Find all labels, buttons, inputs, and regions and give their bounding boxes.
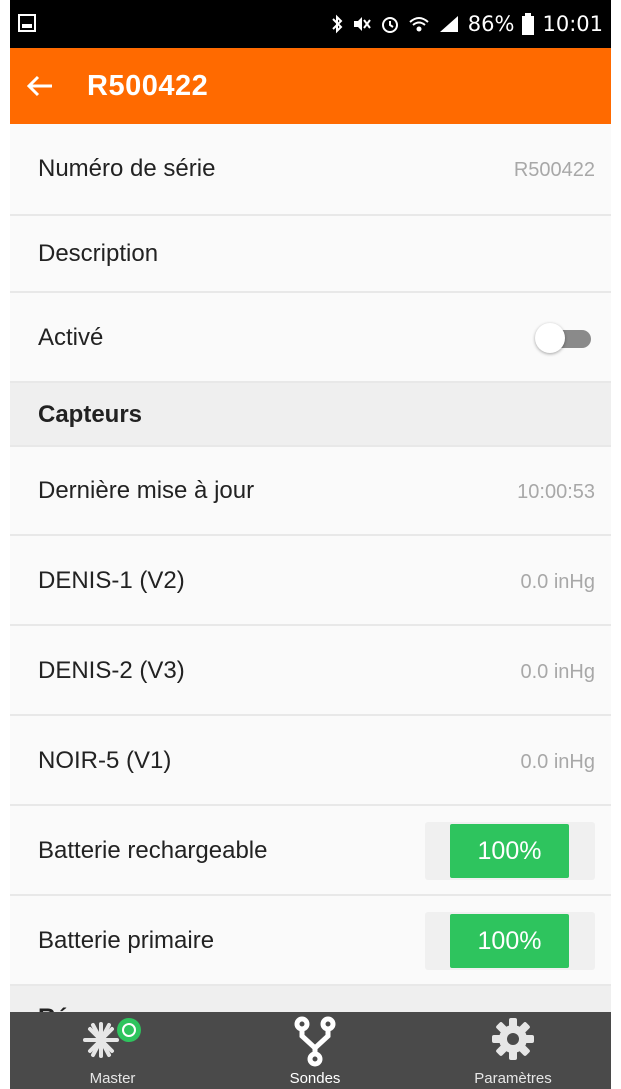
image-icon [18,14,36,32]
bottom-navigation: Master Sondes Paramètres [10,1012,611,1089]
sensor-label: DENIS-1 (V2) [38,567,185,594]
bluetooth-icon [330,14,344,34]
app-frame: 86% 10:01 R500422 Numéro de série R50042… [10,0,611,1089]
nav-master[interactable]: Master [10,1012,215,1089]
description-label: Description [38,240,159,267]
app-bar: R500422 [10,48,611,124]
detail-list: Numéro de série R500422 Description Acti… [10,124,611,1046]
last-update-row: Dernière mise à jour 10:00:53 [10,447,611,536]
status-bar: 86% 10:01 [10,0,611,48]
active-row: Activé [10,293,611,383]
sensor-value: 0.0 inHg [520,661,596,683]
battery-level-bar: 100% [450,914,569,968]
toggle-thumb [535,323,565,353]
sensors-section-header: Capteurs [10,383,611,447]
probes-fork-icon [294,1016,336,1067]
serial-row: Numéro de série R500422 [10,124,611,216]
battery-icon [522,13,535,35]
battery-rechargeable-row: Batterie rechargeable 100% [10,806,611,896]
description-row[interactable]: Description [10,216,611,293]
battery-label: Batterie primaire [38,927,215,954]
sensor-label: DENIS-2 (V3) [38,657,185,684]
sensor-row[interactable]: DENIS-1 (V2) 0.0 inHg [10,536,611,626]
nav-label: Paramètres [474,1070,552,1087]
battery-primary-row: Batterie primaire 100% [10,896,611,986]
last-update-value: 10:00:53 [517,481,595,503]
sensor-row[interactable]: NOIR-5 (V1) 0.0 inHg [10,716,611,806]
nav-sondes[interactable]: Sondes [215,1012,415,1089]
master-asterisk-icon [82,1018,141,1058]
sensor-value: 0.0 inHg [520,751,596,773]
serial-label: Numéro de série [38,155,216,182]
nav-label: Sondes [289,1070,341,1087]
battery-percent: 86% [467,12,515,36]
last-update-label: Dernière mise à jour [38,477,255,504]
signal-icon [438,14,460,34]
sensors-header: Capteurs [38,401,143,428]
status-time: 10:01 [542,12,603,36]
alarm-icon [380,14,400,34]
serial-value: R500422 [513,159,595,181]
mute-icon [352,14,372,34]
sensor-label: NOIR-5 (V1) [38,747,172,774]
sensor-value: 0.0 inHg [520,571,596,593]
battery-level-bar: 100% [450,824,569,878]
nav-label: Master [89,1070,136,1087]
page-title: R500422 [87,70,209,102]
battery-gauge: 100% [425,822,595,880]
nav-parametres[interactable]: Paramètres [415,1012,611,1089]
battery-label: Batterie rechargeable [38,837,268,864]
gear-icon [492,1018,534,1060]
sensor-row[interactable]: DENIS-2 (V3) 0.0 inHg [10,626,611,716]
active-label: Activé [38,324,104,351]
battery-gauge: 100% [425,912,595,970]
active-toggle[interactable] [535,323,595,353]
wifi-icon [408,14,430,34]
arrow-left-icon[interactable] [26,72,54,100]
